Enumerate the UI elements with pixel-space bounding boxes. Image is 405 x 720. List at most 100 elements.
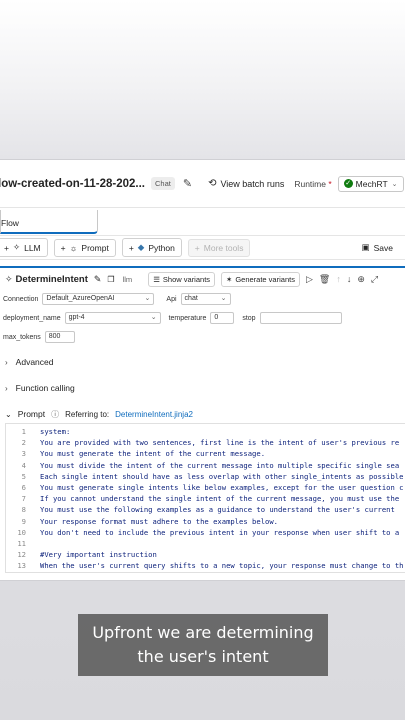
code-line: 11	[6, 538, 405, 549]
max-tokens-input[interactable]: 800	[44, 331, 75, 343]
deployment-select[interactable]: gpt-4 ⌄	[64, 312, 161, 324]
temperature-input[interactable]: 0	[210, 312, 235, 324]
add-python-button[interactable]: + ◆ Python	[121, 238, 182, 257]
line-number: 7	[21, 494, 26, 504]
show-variants-button[interactable]: ☰ Show variants	[148, 271, 216, 287]
max-tokens-label: max_tokens	[3, 333, 41, 341]
llm-icon: ✧	[12, 242, 21, 252]
code-text: If you cannot understand the single inte…	[40, 494, 400, 504]
node-type-tag: llm	[122, 274, 133, 284]
code-text: You don't need to include the previous i…	[40, 527, 400, 537]
plus-icon: +	[60, 242, 66, 253]
add-prompt-label: Prompt	[81, 242, 109, 253]
edit-pencil-icon[interactable]: ✎	[94, 274, 102, 285]
caption-line-1: Upfront we are determining	[92, 623, 314, 642]
function-calling-section[interactable]: › Function calling	[0, 377, 405, 399]
variants-icon: ☰	[153, 274, 160, 284]
tab-flow[interactable]: Flow	[0, 210, 98, 234]
add-prompt-button[interactable]: + ☼ Prompt	[53, 238, 116, 257]
chevron-down-icon: ⌄	[144, 295, 151, 302]
advanced-label: Advanced	[15, 357, 54, 367]
api-label: Api	[166, 295, 177, 303]
code-line: 4 You must divide the intent of the curre…	[6, 460, 405, 471]
generate-variants-button[interactable]: ✶ Generate variants	[221, 271, 300, 287]
lightbulb-icon: ☼	[69, 242, 78, 253]
flow-title: low-created-on-11-28-202...	[0, 177, 145, 190]
advanced-section[interactable]: › Advanced	[0, 351, 405, 373]
llm-icon: ✧	[5, 273, 13, 284]
llm-node-panel: ✧ DetermineIntent ✎ ❐ llm ☰ Show variant…	[0, 266, 405, 573]
stop-input[interactable]	[259, 312, 342, 324]
focus-icon[interactable]: ⊕	[357, 274, 365, 285]
chevron-right-icon: ›	[5, 383, 8, 393]
code-line: 2 You are provided with two sentences, fi…	[6, 437, 405, 448]
line-number: 1	[21, 427, 26, 436]
more-tools-label: More tools	[203, 242, 244, 253]
line-number: 8	[21, 505, 26, 515]
view-batch-runs-button[interactable]: ⟲ View batch runs	[208, 178, 284, 189]
plus-icon: +	[4, 242, 9, 253]
run-icon[interactable]: ▷	[306, 274, 313, 285]
code-line: 9 Your response format must adhere to the…	[6, 516, 405, 527]
node-name: DetermineIntent	[15, 273, 88, 285]
line-number: 11	[17, 538, 26, 548]
referring-to-label: Referring to:	[65, 409, 110, 419]
api-select[interactable]: chat ⌄	[180, 293, 231, 305]
line-number: 4	[21, 460, 26, 470]
prompt-code-editor[interactable]: 1 system: 2 You are provided with two sente…	[5, 423, 405, 573]
save-button[interactable]: ▣ Save	[362, 242, 393, 253]
copy-icon[interactable]: ❐	[107, 275, 114, 284]
line-number: 10	[17, 527, 26, 537]
generate-variants-label: Generate variants	[235, 274, 295, 284]
deployment-label: deployment_name	[3, 314, 61, 322]
code-text: You must generate the intent of the curr…	[40, 449, 266, 459]
chevron-down-icon: ⌄	[220, 295, 227, 302]
delete-icon[interactable]: 🗑	[319, 274, 330, 285]
video-caption: Upfront we are determining the user's in…	[78, 614, 328, 676]
history-icon: ⟲	[208, 178, 217, 189]
move-down-icon[interactable]: ↓	[347, 274, 352, 285]
chat-badge: Chat	[151, 177, 175, 190]
plus-icon: +	[128, 242, 134, 253]
code-text: Each single intent should have as less o…	[40, 471, 404, 481]
connection-value: Default_AzureOpenAI	[46, 295, 115, 302]
chevron-down-icon: ⌄	[150, 314, 157, 321]
check-circle-icon: ✓	[343, 179, 353, 188]
runtime-select[interactable]: ✓ MechRT ⌄	[337, 175, 404, 192]
chevron-down-icon: ⌄	[5, 409, 12, 419]
code-line: 6 You must generate single intents like b…	[6, 482, 405, 493]
line-number: 2	[21, 438, 26, 448]
tab-bar: Flow	[0, 208, 405, 236]
flow-editor-window: low-created-on-11-28-202... Chat ✎ ⟲ Vie…	[0, 160, 405, 580]
deployment-value: gpt-4	[68, 314, 85, 321]
python-icon: ◆	[137, 242, 145, 252]
referring-file-link[interactable]: DetermineIntent.jinja2	[115, 410, 193, 419]
line-number: 5	[21, 471, 26, 481]
expand-icon[interactable]: ⤢	[371, 274, 378, 285]
line-number: 6	[21, 482, 26, 492]
more-tools-button[interactable]: + More tools	[187, 238, 251, 257]
show-variants-label: Show variants	[162, 274, 211, 284]
code-text: #Very important instruction	[40, 550, 157, 560]
code-line: 10 You don't need to include the previous…	[6, 527, 405, 538]
code-line: 7 If you cannot understand the single int…	[6, 493, 405, 504]
node-controls: ▷ 🗑 ↑ ↓ ⊕ ⤢	[306, 274, 378, 285]
code-line: 12 #Very important instruction	[6, 549, 405, 560]
add-llm-button[interactable]: + ✧ LLM	[0, 238, 48, 257]
connection-row: Connection Default_AzureOpenAI ⌄ Api cha…	[0, 291, 405, 307]
code-text: You must generate single intents like be…	[40, 482, 404, 492]
connection-select[interactable]: Default_AzureOpenAI ⌄	[42, 293, 155, 305]
save-label: Save	[373, 242, 393, 253]
tools-toolbar: + ✧ LLM + ☼ Prompt + ◆ Python + More too…	[0, 236, 405, 260]
prompt-label: Prompt	[17, 409, 46, 419]
code-text: system:	[40, 427, 71, 436]
move-up-icon[interactable]: ↑	[336, 274, 341, 285]
prompt-section-header[interactable]: ⌄ Prompt ⓘ Referring to: DetermineIntent…	[0, 405, 405, 423]
edit-pencil-icon[interactable]: ✎	[183, 177, 192, 190]
connection-label: Connection	[3, 295, 39, 303]
code-text: Your response format must adhere to the …	[40, 516, 278, 526]
code-line: 5 Each single intent should have as less …	[6, 471, 405, 482]
code-line: 8 You must use the following examples as …	[6, 504, 405, 515]
deployment-row: deployment_name gpt-4 ⌄ temperature 0 st…	[0, 310, 405, 326]
line-number: 9	[21, 516, 26, 526]
